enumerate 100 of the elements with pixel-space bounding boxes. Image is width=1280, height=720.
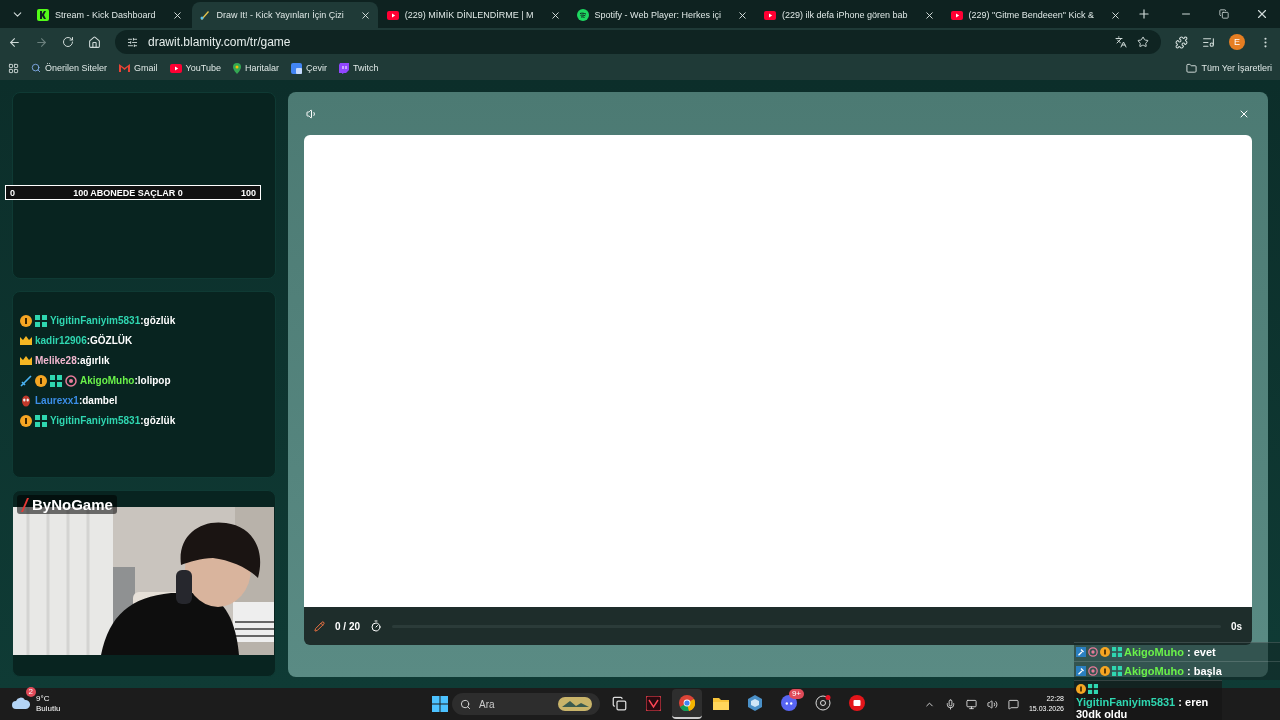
taskbar-search[interactable]: Ara	[452, 693, 600, 715]
play-icon	[386, 10, 399, 20]
address-bar[interactable]: drawit.blamity.com/tr/game	[115, 30, 1161, 54]
media-button[interactable]	[1202, 35, 1215, 49]
target-icon	[65, 374, 77, 387]
chat-message: kadir12906:GÖZLÜK	[35, 335, 133, 347]
close-icon[interactable]	[171, 9, 183, 21]
site-settings-icon[interactable]	[127, 36, 138, 48]
goal-end: 100	[240, 187, 256, 198]
badge-icon	[1088, 684, 1098, 694]
coin-icon	[1100, 666, 1110, 676]
reload-button[interactable]	[62, 36, 74, 48]
browser-tab[interactable]: Stream - Kick Dashboard	[30, 2, 190, 28]
star-icon[interactable]	[1137, 36, 1149, 48]
record-icon	[815, 695, 831, 711]
puzzle-icon	[1175, 35, 1188, 49]
chat-message: AkigoMuho:lolipop	[80, 375, 171, 387]
chat-message: Melike28:ağırlık	[35, 355, 110, 367]
all-bookmarks[interactable]: Tüm Yer İşaretleri	[1186, 62, 1272, 74]
bookmark[interactable]: Twitch	[338, 62, 379, 74]
game-icon	[645, 695, 661, 711]
forward-button[interactable]	[35, 35, 48, 49]
overlay-chat-message: AkigoMuho : evet	[1124, 646, 1216, 658]
restore-icon	[1219, 9, 1229, 19]
badge-icon	[1112, 666, 1122, 676]
plus-icon	[1137, 7, 1152, 21]
goal-start: 0	[10, 187, 15, 198]
arrow-left-icon	[8, 35, 21, 49]
close-icon[interactable]	[549, 9, 561, 21]
monitor-icon[interactable]	[965, 698, 977, 710]
play-icon	[764, 10, 776, 20]
mask-icon	[20, 394, 32, 407]
bookmark[interactable]: Önerilen Siteler	[31, 63, 108, 73]
badge-icon	[35, 314, 47, 327]
mail-icon	[119, 64, 131, 72]
home-button[interactable]	[88, 35, 101, 49]
discord-icon	[781, 695, 797, 711]
reload-icon	[62, 36, 74, 48]
volume-button[interactable]	[306, 107, 318, 120]
guess-count: 0 / 20	[335, 620, 361, 632]
pencil-icon	[314, 620, 325, 632]
close-icon[interactable]	[1110, 9, 1122, 21]
badge-icon	[1112, 647, 1122, 657]
badge-icon	[1076, 666, 1086, 676]
browser-tab[interactable]: Spotify - Web Player: Herkes içi	[569, 2, 755, 28]
chrome-icon	[679, 695, 695, 711]
close-icon[interactable]	[923, 9, 935, 21]
home-icon	[88, 35, 101, 49]
sword-icon	[20, 374, 32, 387]
windows-logo[interactable]	[432, 696, 448, 712]
folder-icon	[1186, 62, 1198, 74]
goal-label: 100 ABONEDE SAÇLAR 0	[73, 187, 183, 198]
notification-badge: 9+	[788, 689, 804, 699]
apps-icon[interactable]	[8, 62, 19, 74]
taskbar-app[interactable]	[672, 689, 702, 719]
browser-tab[interactable]: Draw It! - Kick Yayınları İçin Çizi	[191, 2, 378, 28]
chat-message: YigitinFaniyim5831:gözlük	[50, 415, 176, 427]
bookmark[interactable]: Çevir	[290, 62, 327, 74]
bookmark[interactable]: Gmail	[119, 63, 158, 73]
bookmark[interactable]: Haritalar	[232, 62, 279, 74]
weather-badge: 2	[25, 687, 36, 697]
badge-icon	[35, 414, 47, 427]
play-icon	[169, 63, 182, 73]
pin-icon	[232, 62, 241, 74]
overlay-chat-message: AkigoMuho : başla	[1124, 665, 1222, 677]
chat-icon[interactable]	[1007, 698, 1019, 710]
coin-icon	[1076, 684, 1086, 694]
browser-tab[interactable]: (229) MİMİK DİNLENDİRME | M	[379, 2, 568, 28]
spotify-icon	[576, 9, 589, 21]
taskbar-app[interactable]: 9+	[774, 689, 804, 719]
cloud-icon	[12, 697, 30, 709]
chat-message: Laurexx1:dambel	[35, 395, 118, 407]
hexagon-icon	[747, 695, 763, 711]
translate-icon[interactable]	[1115, 36, 1127, 48]
translate-icon	[290, 62, 302, 74]
kick-icon	[37, 9, 49, 21]
overlay-chat-message: YigitinFaniyim5831 : eren 30dk oldu	[1076, 696, 1210, 720]
browser-tab[interactable]: (229) ilk defa iPhone gören bab	[757, 2, 942, 28]
coin-icon	[1100, 647, 1110, 657]
temperature: 9°C	[36, 694, 51, 704]
bookmark[interactable]: YouTube	[169, 63, 221, 73]
close-icon	[1255, 7, 1269, 21]
coin-icon	[20, 314, 32, 327]
close-icon[interactable]	[737, 9, 748, 21]
slash-icon	[21, 497, 29, 512]
music-list-icon	[1202, 35, 1215, 49]
arrow-right-icon	[35, 35, 48, 49]
weather-text: Bulutlu	[36, 704, 61, 714]
brush-icon	[198, 9, 211, 21]
back-button[interactable]	[8, 35, 21, 49]
timer-icon	[370, 620, 383, 632]
search-icon	[31, 63, 41, 73]
crown-icon	[20, 356, 32, 366]
play-icon	[950, 10, 963, 20]
volume-icon[interactable]	[986, 698, 998, 710]
extensions-button[interactable]	[1175, 35, 1188, 49]
browser-tab[interactable]: (229) "Gitme Bendeeen" Kick &	[943, 2, 1129, 28]
microphone-icon[interactable]	[944, 698, 956, 710]
close-icon[interactable]	[359, 9, 371, 21]
badge-icon	[1076, 647, 1086, 657]
